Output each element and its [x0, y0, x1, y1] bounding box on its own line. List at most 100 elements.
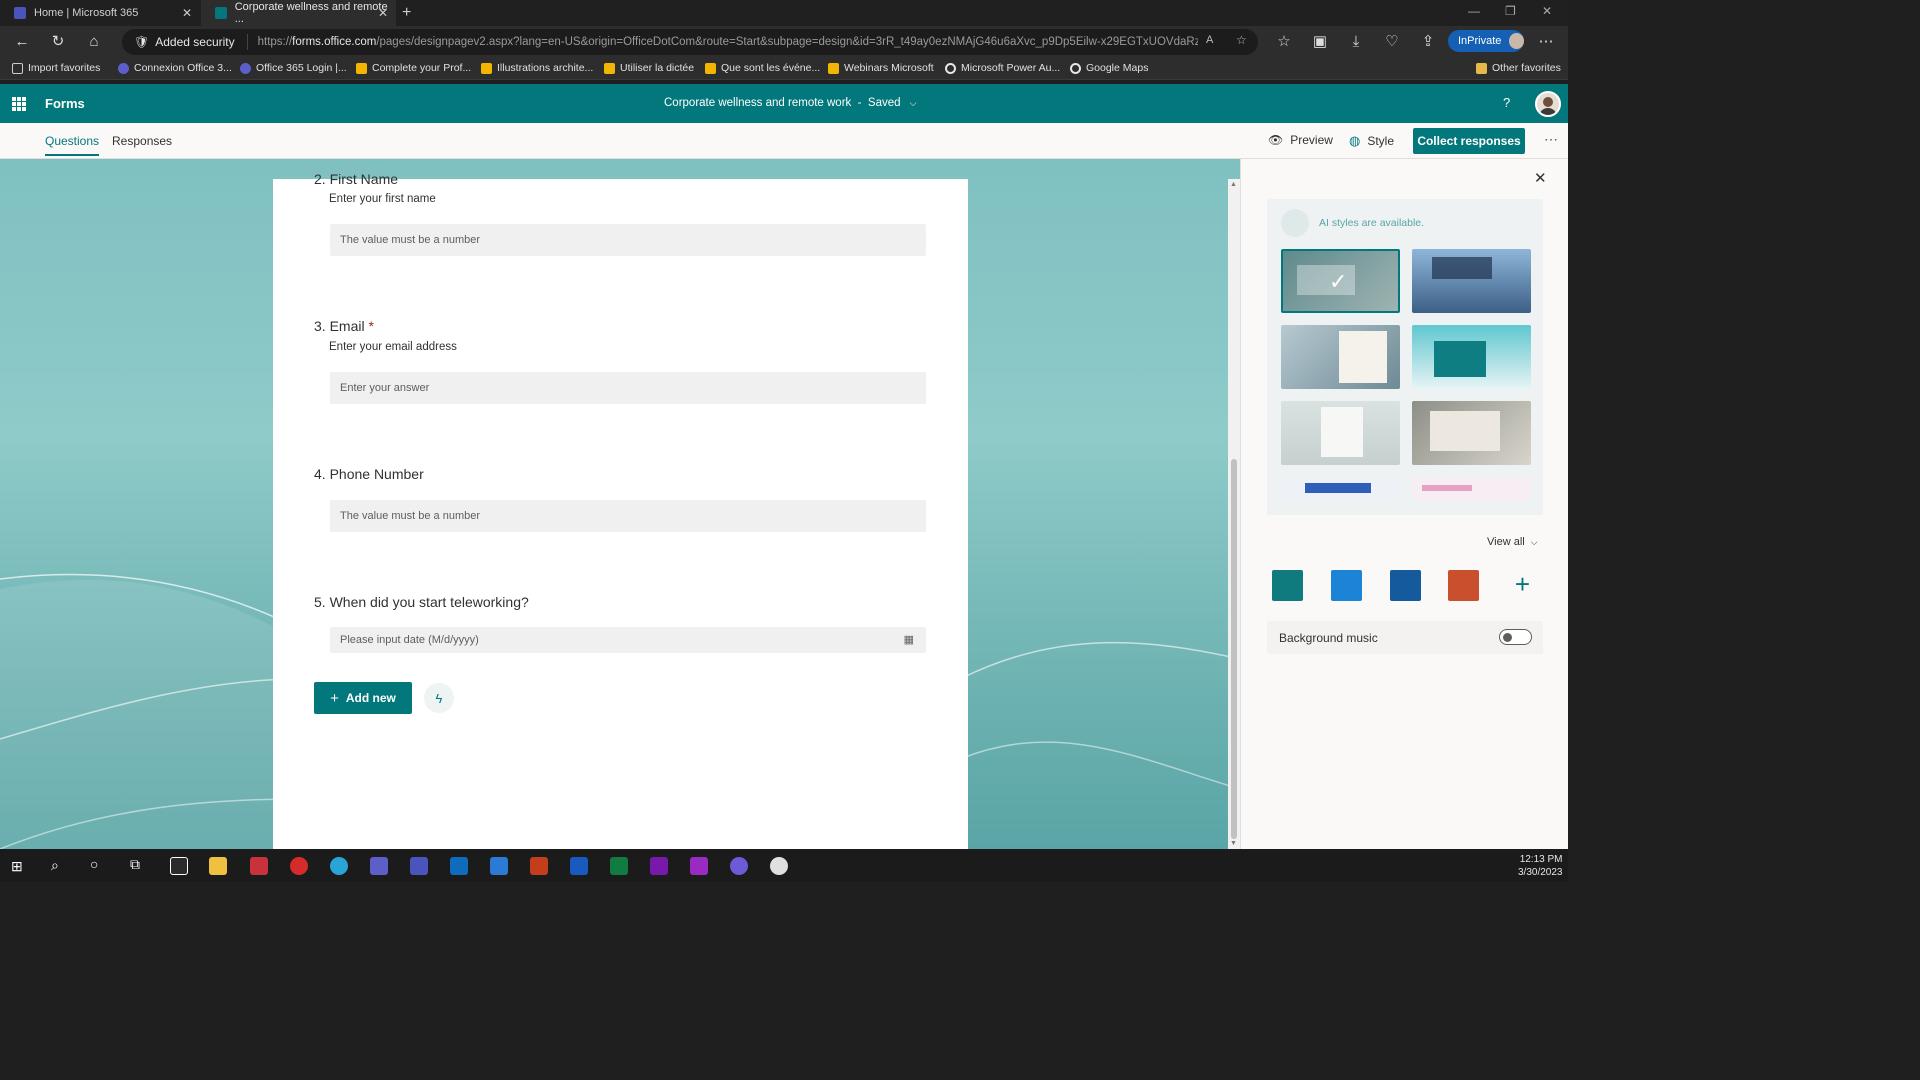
question-3-subtitle: Enter your email address	[329, 341, 457, 353]
first-name-field[interactable]: The value must be a number	[330, 224, 926, 256]
refresh-icon[interactable]: ↻	[48, 32, 68, 52]
chevron-down-icon[interactable]: ⌵	[910, 98, 917, 108]
security-indicator[interactable]: 🛡 Added security	[122, 34, 248, 50]
read-aloud-icon[interactable]: A	[1206, 34, 1213, 46]
favorite-office365-login[interactable]: Office 365 Login |...	[240, 62, 347, 74]
outlook-icon[interactable]	[450, 857, 468, 875]
style-button[interactable]: ◍ Style	[1349, 133, 1394, 149]
question-2-title[interactable]: 2. First Name	[314, 171, 398, 187]
scrollbar[interactable]: ▲ ▼	[1228, 179, 1240, 849]
background-music-toggle[interactable]	[1499, 629, 1532, 645]
quick-suggestion-button[interactable]: ϟ	[424, 683, 454, 713]
collect-responses-button[interactable]: Collect responses	[1413, 128, 1525, 154]
favorite-webinars[interactable]: Webinars Microsoft	[828, 62, 934, 74]
tab-questions[interactable]: Questions	[45, 134, 100, 156]
app-launcher-icon[interactable]	[12, 97, 26, 111]
file-explorer-icon[interactable]	[209, 857, 227, 875]
email-field[interactable]: Enter your answer	[330, 372, 926, 404]
home-icon[interactable]: ⌂	[84, 32, 104, 52]
word-icon[interactable]	[570, 857, 588, 875]
document-title[interactable]: Corporate wellness and remote work - Sav…	[664, 97, 917, 109]
add-favorite-icon[interactable]: ☆	[1236, 33, 1247, 47]
new-tab-icon[interactable]: +	[402, 4, 411, 22]
close-tab-icon[interactable]: ✕	[378, 6, 388, 20]
help-icon[interactable]: ?	[1503, 95, 1510, 110]
add-new-button[interactable]: + Add new	[314, 682, 412, 714]
microsoft-icon	[604, 62, 615, 74]
tab-corporate-wellness[interactable]: Corporate wellness and remote ... ✕	[201, 0, 396, 26]
question-4-title[interactable]: 4. Phone Number	[314, 466, 424, 482]
collections-icon[interactable]: ▣	[1310, 32, 1330, 52]
date-field[interactable]: Please input date (M/d/yyyy) ▦	[330, 627, 926, 653]
question-5-title[interactable]: 5. When did you start teleworking?	[314, 594, 529, 610]
calendar-icon[interactable]: ▦	[904, 627, 914, 653]
edge-icon[interactable]	[330, 857, 348, 875]
chat-app-icon[interactable]	[730, 857, 748, 875]
onenote-icon[interactable]	[650, 857, 668, 875]
excel-icon[interactable]	[610, 857, 628, 875]
theme-thumbnail-workspace[interactable]	[1412, 401, 1531, 465]
question-3-title[interactable]: 3. Email *	[314, 318, 374, 334]
cortana-icon[interactable]: ○	[90, 856, 98, 872]
search-icon[interactable]: ⌕	[51, 857, 59, 874]
scrollbar-thumb[interactable]	[1231, 459, 1237, 839]
system-clock[interactable]: 12:13 PM 3/30/2023	[1518, 853, 1563, 879]
theme-thumbnail-scenery[interactable]	[1281, 401, 1400, 465]
task-view-icon[interactable]: ⧉	[130, 856, 140, 873]
onenote-2-icon[interactable]	[690, 857, 708, 875]
theme-thumbnail-blue[interactable]	[1281, 477, 1400, 501]
address-bar[interactable]: 🛡 Added security https://forms.office.co…	[122, 29, 1258, 55]
downloads-icon[interactable]: ⤓	[1346, 32, 1366, 52]
more-options-icon[interactable]: ⋯	[1536, 32, 1556, 52]
opera-icon[interactable]	[290, 857, 308, 875]
close-window-icon[interactable]: ✕	[1542, 4, 1552, 18]
color-swatch-navy[interactable]	[1390, 570, 1421, 601]
favorite-illustrations[interactable]: Illustrations archite...	[481, 62, 593, 74]
scroll-up-icon[interactable]: ▲	[1230, 181, 1237, 188]
browser-essentials-icon[interactable]: ♡	[1382, 32, 1402, 52]
tab-responses[interactable]: Responses	[112, 134, 172, 148]
preview-button[interactable]: 👁 Preview	[1268, 133, 1333, 147]
theme-thumbnail-buildings[interactable]	[1412, 249, 1531, 313]
close-tab-icon[interactable]: ✕	[182, 6, 192, 20]
add-color-button[interactable]: +	[1507, 570, 1538, 601]
close-icon[interactable]: ✕	[1534, 169, 1547, 187]
windows-start-icon[interactable]: ⊞	[11, 858, 23, 875]
favorite-connexion-office[interactable]: Connexion Office 3...	[118, 62, 232, 74]
powerpoint-icon[interactable]	[530, 857, 548, 875]
avatar[interactable]	[1535, 91, 1561, 117]
theme-thumbnail-lightbulbs[interactable]	[1412, 325, 1531, 389]
scroll-down-icon[interactable]: ▼	[1230, 840, 1237, 847]
back-icon[interactable]: ←	[12, 32, 32, 52]
stocks-app-icon[interactable]	[170, 857, 188, 875]
color-swatch-teal[interactable]	[1272, 570, 1303, 601]
inprivate-badge[interactable]: InPrivate	[1448, 30, 1524, 52]
url-text[interactable]: https://forms.office.com/pages/designpag…	[248, 36, 1198, 48]
favorite-evenements[interactable]: Que sont les événe...	[705, 62, 820, 74]
tab-home-microsoft365[interactable]: Home | Microsoft 365 ✕	[0, 0, 200, 26]
favorite-import[interactable]: Import favorites	[12, 62, 100, 74]
other-favorites[interactable]: Other favorites	[1476, 62, 1561, 74]
theme-thumbnail-office[interactable]	[1281, 325, 1400, 389]
app-name[interactable]: Forms	[45, 96, 85, 111]
favorites-icon[interactable]: ☆	[1274, 32, 1294, 52]
favorite-google-maps[interactable]: Google Maps	[1070, 62, 1148, 74]
favorite-dictee[interactable]: Utiliser la dictée	[604, 62, 694, 74]
favorite-power-automate[interactable]: Microsoft Power Au...	[945, 62, 1060, 74]
restore-icon[interactable]: ❐	[1505, 4, 1516, 18]
color-swatch-blue[interactable]	[1331, 570, 1362, 601]
more-icon[interactable]: ⋯	[1544, 131, 1558, 148]
teams-work-icon[interactable]	[410, 857, 428, 875]
phone-number-field[interactable]: The value must be a number	[330, 500, 926, 532]
snipping-tool-icon[interactable]	[770, 857, 788, 875]
theme-thumbnail-selected[interactable]: ✓	[1281, 249, 1400, 313]
acrobat-icon[interactable]	[250, 857, 268, 875]
color-swatch-orange[interactable]	[1448, 570, 1479, 601]
calendar-app-icon[interactable]	[490, 857, 508, 875]
view-all-button[interactable]: View all ⌵	[1487, 536, 1538, 548]
minimize-icon[interactable]: —	[1468, 4, 1480, 18]
theme-thumbnail-pink[interactable]	[1412, 477, 1531, 501]
teams-icon[interactable]	[370, 857, 388, 875]
share-icon[interactable]: ⇪	[1418, 32, 1438, 52]
favorite-complete-profile[interactable]: Complete your Prof...	[356, 62, 471, 74]
